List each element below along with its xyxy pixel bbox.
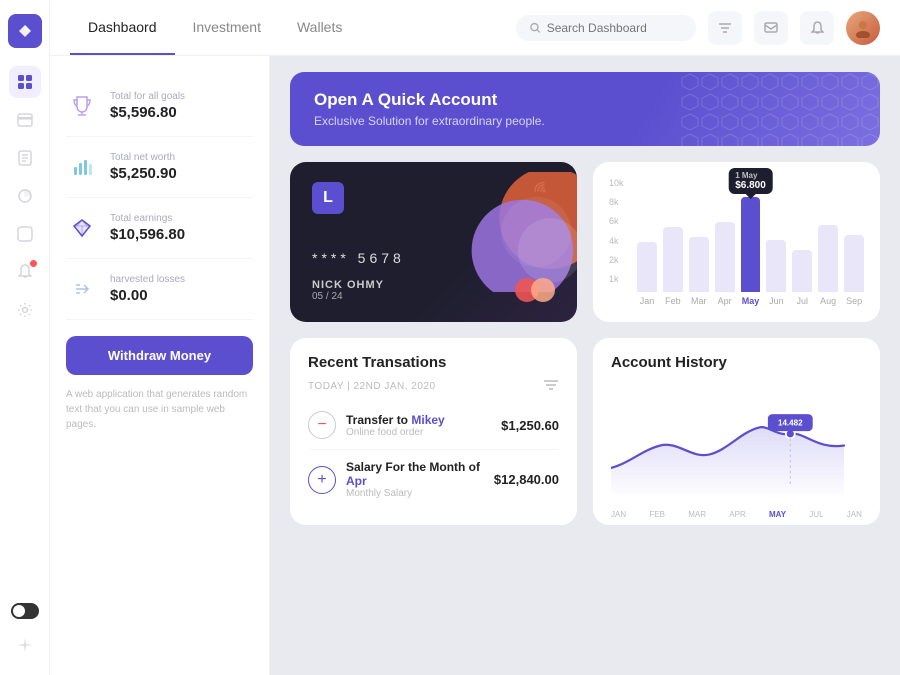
withdraw-button[interactable]: Withdraw Money	[66, 336, 253, 375]
diamond-icon	[66, 212, 98, 244]
sidebar-icon-document[interactable]	[9, 142, 41, 174]
search-box[interactable]	[516, 15, 696, 41]
main-wrap: Dashbaord Investment Wallets	[50, 0, 900, 675]
sidebar-icon-circle[interactable]	[9, 218, 41, 250]
notification-button[interactable]	[800, 11, 834, 45]
trans-name-1: Salary For the Month of Apr	[346, 460, 484, 488]
message-button[interactable]	[754, 11, 788, 45]
nav-tabs: Dashbaord Investment Wallets	[70, 0, 360, 55]
transactions-header: TODAY | 22ND JAN, 2020	[308, 379, 559, 393]
stats-panel: Total for all goals $5,596.80 Total net …	[50, 56, 270, 675]
bar-col-apr: Apr	[715, 196, 735, 306]
body-layout: Total for all goals $5,596.80 Total net …	[50, 56, 900, 675]
bar-col-jun: Jun	[766, 196, 786, 306]
sort-icon[interactable]	[543, 379, 559, 393]
bottom-row: Recent Transations TODAY | 22ND JAN, 202…	[290, 338, 880, 525]
stat-value-3: $0.00	[110, 287, 253, 304]
account-history-title: Account History	[611, 354, 862, 371]
notification-badge	[30, 260, 37, 267]
filter-button[interactable]	[708, 11, 742, 45]
stat-losses: harvested losses $0.00	[66, 259, 253, 320]
icon-sidebar	[0, 0, 50, 675]
logo[interactable]	[8, 14, 42, 48]
y-axis: 10k 8k 6k 4k 2k 1k	[609, 176, 624, 286]
stat-value-0: $5,596.80	[110, 104, 253, 121]
arrows-icon	[66, 273, 98, 305]
bar-col-may: 1 May $6.800 May	[741, 196, 761, 306]
filter-icon	[718, 22, 732, 34]
transactions-date: TODAY | 22ND JAN, 2020	[308, 381, 436, 392]
bar-col-feb: Feb	[663, 196, 683, 306]
toggle-knob	[13, 605, 25, 617]
user-avatar[interactable]	[846, 11, 880, 45]
trans-sub-1: Monthly Salary	[346, 488, 484, 499]
card-logo: L	[312, 182, 344, 214]
transaction-item: − Transfer to Mikey Online food order $1…	[308, 401, 559, 450]
bar-tooltip: 1 May $6.800	[728, 168, 773, 194]
stat-label-0: Total for all goals	[110, 91, 253, 102]
bar-col-sep: Sep	[844, 196, 864, 306]
sidebar-icon-grid[interactable]	[9, 66, 41, 98]
bar-col-jul: Jul	[792, 196, 812, 306]
bar-col-jan: Jan	[637, 196, 657, 306]
bar-chart-inner: 10k 8k 6k 4k 2k 1k Jan	[609, 176, 864, 306]
trans-sub-0: Online food order	[346, 427, 491, 438]
header: Dashbaord Investment Wallets	[50, 0, 900, 56]
sidebar-icon-settings[interactable]	[9, 294, 41, 326]
tab-dashboard[interactable]: Dashbaord	[70, 0, 175, 55]
banner-title: Open A Quick Account	[314, 90, 856, 110]
card-holder-name: NICK OHMY	[312, 279, 384, 291]
sidebar-icon-sparkle[interactable]	[9, 629, 41, 661]
stat-total-goals: Total for all goals $5,596.80	[66, 76, 253, 137]
transactions-title: Recent Transations	[308, 354, 559, 371]
transaction-item: + Salary For the Month of Apr Monthly Sa…	[308, 450, 559, 509]
card-expiry: 05 / 24	[312, 291, 384, 302]
card-bottom: NICK OHMY 05 / 24	[312, 278, 555, 302]
message-icon	[764, 22, 778, 34]
bars-icon	[66, 151, 98, 183]
trans-amount-1: $12,840.00	[494, 472, 559, 487]
banner-subtitle: Exclusive Solution for extraordinary peo…	[314, 114, 856, 128]
trophy-icon	[66, 90, 98, 122]
stat-label-3: harvested losses	[110, 274, 253, 285]
sidebar-bottom	[9, 603, 41, 661]
mastercard-logo	[515, 278, 555, 302]
search-icon	[530, 22, 541, 34]
svg-text:14.482: 14.482	[778, 419, 803, 428]
account-history-panel: Account History	[593, 338, 880, 525]
app-description: A web application that generates random …	[66, 387, 253, 432]
sidebar-icon-bell[interactable]	[9, 256, 41, 288]
dashboard-main: Open A Quick Account Exclusive Solution …	[270, 56, 900, 675]
trans-sign-plus: +	[308, 466, 336, 494]
sidebar-icon-card[interactable]	[9, 104, 41, 136]
stat-value-2: $10,596.80	[110, 226, 253, 243]
history-x-labels: JAN FEB MAR APR MAY JUL JAN	[611, 510, 862, 519]
trans-amount-0: $1,250.60	[501, 418, 559, 433]
theme-toggle[interactable]	[11, 603, 39, 619]
transactions-panel: Recent Transations TODAY | 22ND JAN, 202…	[290, 338, 577, 525]
stat-label-2: Total earnings	[110, 213, 253, 224]
two-col-top: L	[290, 162, 880, 322]
history-chart: 14.482 JAN FEB MAR APR MAY JUL JAN	[611, 381, 862, 501]
stat-earnings: Total earnings $10,596.80	[66, 198, 253, 259]
credit-card: L	[290, 162, 577, 322]
trans-sign-minus: −	[308, 411, 336, 439]
bell-header-icon	[811, 21, 824, 35]
tab-wallets[interactable]: Wallets	[279, 0, 360, 55]
stat-net-worth: Total net worth $5,250.90	[66, 137, 253, 198]
bar-chart-area: 10k 8k 6k 4k 2k 1k Jan	[593, 162, 880, 322]
stat-label-1: Total net worth	[110, 152, 253, 163]
stat-value-1: $5,250.90	[110, 165, 253, 182]
bar-col-aug: Aug	[818, 196, 838, 306]
tab-investment[interactable]: Investment	[175, 0, 279, 55]
search-input[interactable]	[547, 21, 682, 35]
trans-name-0: Transfer to Mikey	[346, 413, 491, 427]
bar-col-mar: Mar	[689, 196, 709, 306]
banner: Open A Quick Account Exclusive Solution …	[290, 72, 880, 146]
sidebar-icon-chart[interactable]	[9, 180, 41, 212]
header-right	[516, 11, 880, 45]
